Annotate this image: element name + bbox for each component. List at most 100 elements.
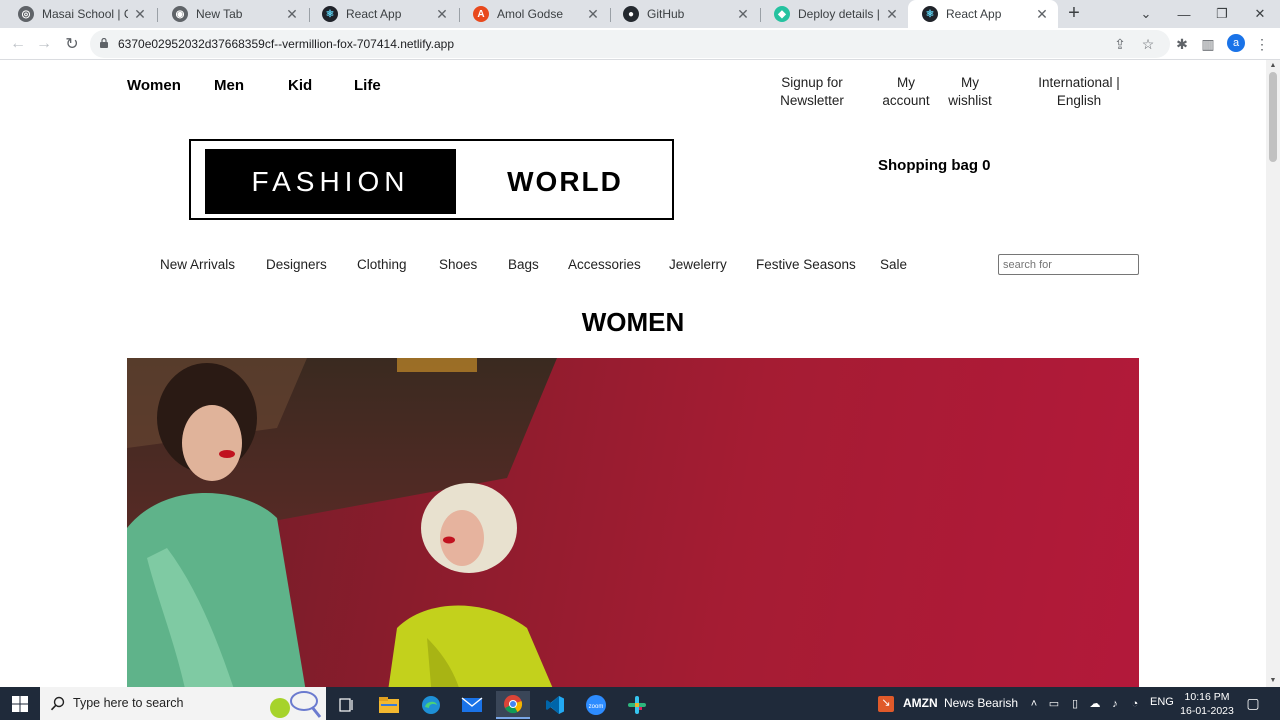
search-icon: [50, 696, 65, 711]
category-festive-seasons[interactable]: Festive Seasons: [756, 257, 856, 272]
mail-icon[interactable]: [455, 691, 489, 719]
forward-arrow-icon[interactable]: →: [32, 32, 56, 56]
onedrive-cloud-icon[interactable]: ☁: [1088, 697, 1102, 711]
news-status[interactable]: News Bearish: [944, 696, 1018, 710]
nav-life[interactable]: Life: [354, 77, 381, 94]
category-sale[interactable]: Sale: [880, 257, 907, 272]
nav-women[interactable]: Women: [127, 77, 181, 94]
language-indicator[interactable]: ENG: [1150, 696, 1174, 708]
logo-left-text: FASHION: [205, 149, 456, 214]
category-designers[interactable]: Designers: [266, 257, 327, 272]
category-accessories[interactable]: Accessories: [568, 257, 641, 272]
tab-title: Masai School | Course: [42, 7, 128, 21]
locale-line-2: English: [1056, 93, 1102, 108]
chevron-up-icon[interactable]: ˄: [1027, 697, 1041, 711]
category-clothing[interactable]: Clothing: [357, 257, 407, 272]
file-explorer-icon[interactable]: [372, 691, 406, 719]
search-input[interactable]: [998, 254, 1139, 275]
wishlist-line-1: My: [961, 75, 979, 90]
share-icon[interactable]: ⇪: [1112, 36, 1128, 52]
browser-tab[interactable]: ◉ New Tab ✕: [158, 0, 308, 28]
minimize-icon[interactable]: —: [1165, 0, 1203, 28]
masai-icon: ◎: [18, 6, 34, 22]
close-icon[interactable]: ✕: [884, 6, 900, 22]
avatar-icon: A: [473, 6, 489, 22]
newsletter-line-1: Signup for: [781, 75, 843, 90]
bookmark-star-icon[interactable]: ☆: [1140, 36, 1156, 52]
close-icon[interactable]: ✕: [585, 6, 601, 22]
windows-start-button[interactable]: [0, 687, 40, 720]
reload-icon[interactable]: ↻: [60, 32, 84, 56]
profile-avatar[interactable]: a: [1227, 34, 1245, 52]
zoom-icon[interactable]: zoom: [579, 691, 613, 719]
vscode-icon[interactable]: [538, 691, 572, 719]
close-icon[interactable]: ✕: [735, 6, 751, 22]
account-line-2: account: [882, 93, 930, 108]
edge-icon[interactable]: [414, 691, 448, 719]
newsletter-link[interactable]: Signup for Newsletter: [772, 74, 852, 110]
wishlist-line-2: wishlist: [948, 93, 992, 108]
windows-taskbar: Type here to search zoom ↘ AMZN News Bea…: [0, 687, 1280, 720]
taskbar-search-box[interactable]: Type here to search: [40, 687, 326, 720]
tab-search-chevron-icon[interactable]: ⌄: [1127, 0, 1165, 28]
page-scrollbar[interactable]: ▲ ▼: [1266, 60, 1280, 687]
category-new-arrivals[interactable]: New Arrivals: [160, 257, 235, 272]
clock-date: 16-01-2023: [1180, 705, 1234, 717]
side-panel-icon[interactable]: ▥: [1198, 34, 1218, 54]
news-ticker[interactable]: AMZN: [903, 696, 938, 710]
browser-tab[interactable]: ◎ Masai School | Course ✕: [4, 0, 156, 28]
system-clock[interactable]: 10:16 PM 16-01-2023: [1172, 690, 1242, 718]
volume-icon[interactable]: ♪: [1108, 697, 1122, 711]
taskbar-search-placeholder: Type here to search: [73, 696, 184, 710]
locale-link[interactable]: International | English: [1028, 74, 1130, 110]
battery-icon[interactable]: ▭: [1047, 697, 1061, 711]
nav-kid[interactable]: Kid: [288, 77, 312, 94]
hero-banner-image: [127, 358, 1139, 687]
shopping-bag-link[interactable]: Shopping bag 0: [878, 157, 991, 174]
netlify-icon: ◆: [774, 6, 790, 22]
browser-tab[interactable]: A Amol Godse ✕: [459, 0, 609, 28]
locale-line-1: International |: [1038, 75, 1120, 90]
close-icon[interactable]: ✕: [1034, 6, 1050, 22]
fashion-world-logo[interactable]: FASHION WORLD: [189, 139, 674, 220]
nav-men[interactable]: Men: [214, 77, 244, 94]
stock-chart-icon[interactable]: ↘: [878, 696, 894, 712]
browser-tab[interactable]: ◆ Deploy details | verm ✕: [760, 0, 908, 28]
category-shoes[interactable]: Shoes: [439, 257, 477, 272]
close-icon[interactable]: ✕: [434, 6, 450, 22]
windows-logo-icon: [12, 695, 28, 712]
react-icon: ⚛: [922, 6, 938, 22]
device-icon[interactable]: ▯: [1068, 697, 1082, 711]
scroll-up-arrow-icon[interactable]: ▲: [1269, 62, 1277, 70]
chrome-taskbar-icon[interactable]: [496, 691, 530, 719]
browser-tab-active[interactable]: ⚛ React App ✕: [908, 0, 1058, 28]
close-icon[interactable]: ✕: [284, 6, 300, 22]
extensions-puzzle-icon[interactable]: ✱: [1172, 34, 1192, 54]
page-viewport: Women Men Kid Life Signup for Newsletter…: [0, 60, 1266, 687]
scroll-down-arrow-icon[interactable]: ▼: [1269, 677, 1277, 685]
window-close-icon[interactable]: ✕: [1241, 0, 1279, 28]
browser-tab[interactable]: ● GitHub ✕: [609, 0, 759, 28]
new-tab-button[interactable]: +: [1064, 3, 1084, 24]
slack-icon[interactable]: [620, 691, 654, 719]
browser-tab[interactable]: ⚛ React App ✕: [308, 0, 458, 28]
tab-title: GitHub: [647, 7, 685, 21]
category-jewelerry[interactable]: Jewelerry: [669, 257, 727, 272]
browser-tab-strip: ◎ Masai School | Course ✕ ◉ New Tab ✕ ⚛ …: [0, 0, 1280, 28]
back-arrow-icon[interactable]: ←: [6, 32, 30, 56]
close-icon[interactable]: ✕: [132, 6, 148, 22]
tennis-racket-icon: [270, 691, 322, 718]
logo-right-text: WORLD: [507, 165, 623, 197]
my-account-link[interactable]: My account: [876, 74, 936, 110]
restore-icon[interactable]: ❐: [1203, 0, 1241, 28]
react-icon: ⚛: [322, 6, 338, 22]
my-wishlist-link[interactable]: My wishlist: [942, 74, 998, 110]
kebab-menu-icon[interactable]: ⋮: [1252, 34, 1272, 54]
category-bags[interactable]: Bags: [508, 257, 539, 272]
task-view-icon[interactable]: [330, 691, 364, 719]
scrollbar-thumb[interactable]: [1269, 72, 1277, 162]
notification-icon[interactable]: ▢: [1245, 696, 1261, 712]
wifi-icon[interactable]: ◔: [1128, 697, 1142, 711]
address-bar[interactable]: 6370e02952032d37668359cf--vermillion-fox…: [90, 30, 1170, 58]
page-title: WOMEN: [581, 307, 685, 337]
